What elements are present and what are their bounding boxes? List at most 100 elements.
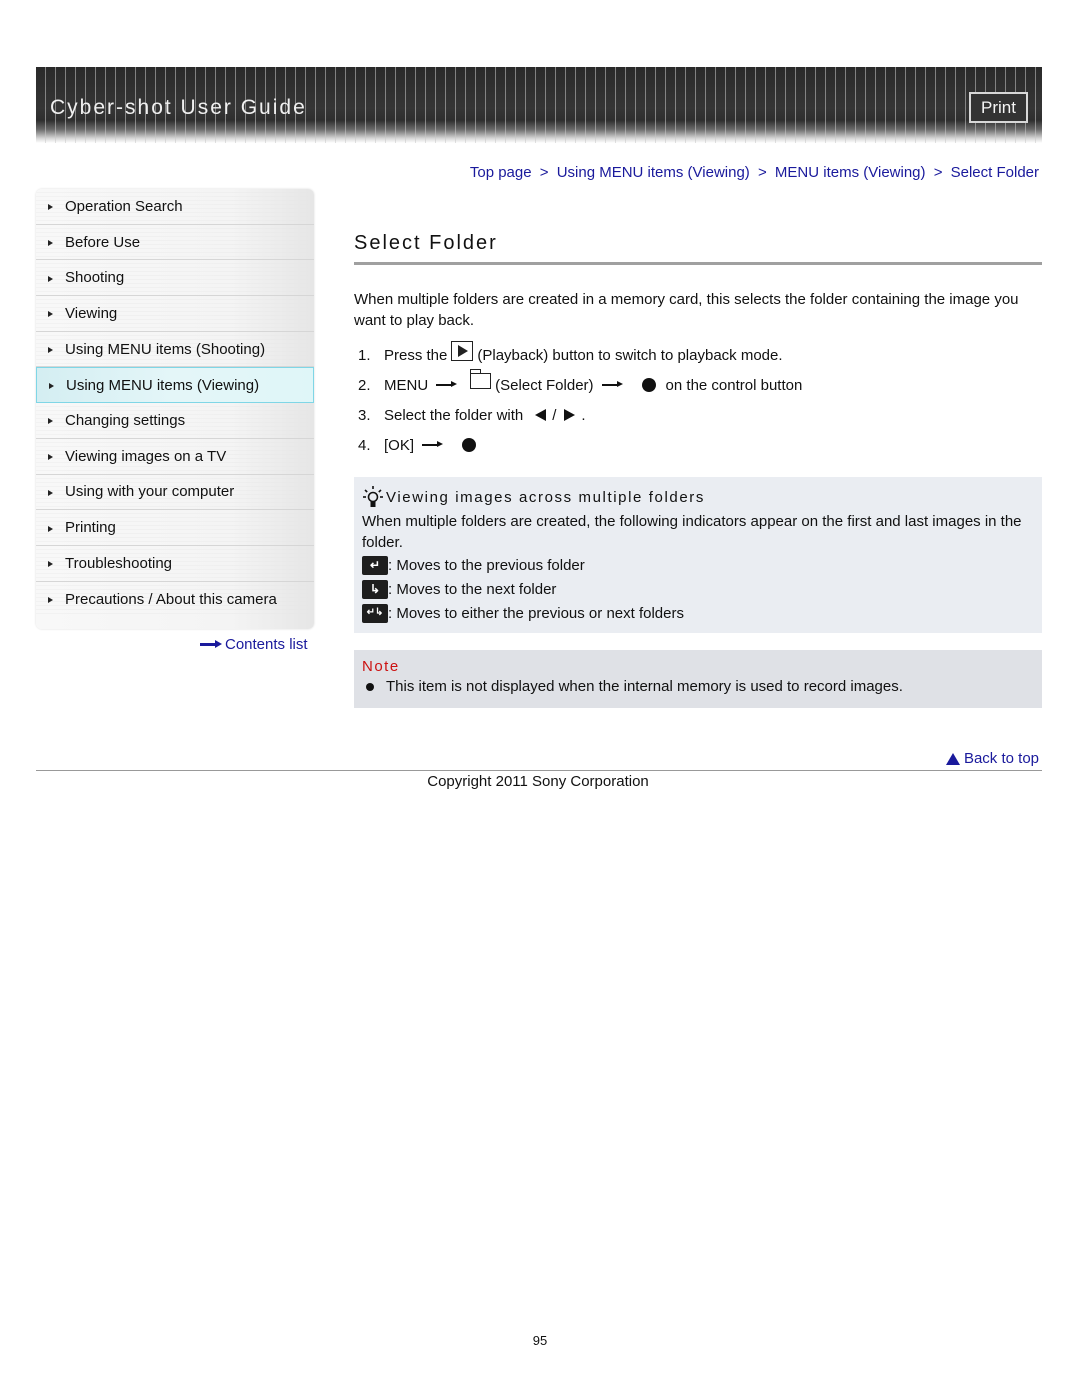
contents-list-label: Contents list — [225, 636, 308, 653]
step-text: . — [581, 406, 586, 424]
previous-folder-icon: ↵ — [362, 555, 388, 575]
step-item: 3. Select the folder with / . — [358, 400, 802, 430]
step-number: 1. — [358, 346, 371, 364]
page-title: Select Folder — [354, 232, 498, 254]
step-text: Press the — [384, 346, 448, 364]
arrow-right-icon — [436, 381, 458, 389]
steps-list: 1. Press the (Playback) button to switch… — [358, 340, 802, 460]
step-text: Select the folder with — [384, 406, 524, 424]
indicator-label: : Moves to either the previous or next f… — [388, 604, 684, 622]
either-folder-icon: ↵↳ — [362, 603, 388, 623]
step-text: (Select Folder) — [495, 376, 594, 394]
up-triangle-icon — [945, 752, 960, 765]
arrow-right-icon — [601, 381, 624, 389]
arrow-right-icon — [48, 347, 53, 354]
sidebar-item-operation-search[interactable]: Operation Search — [36, 189, 314, 225]
contents-list-link[interactable]: Contents list — [200, 636, 308, 653]
arrow-right-icon — [49, 383, 54, 390]
breadcrumb-menu-items-viewing[interactable]: MENU items (Viewing) — [775, 164, 926, 181]
note-text: This item is not displayed when the inte… — [386, 678, 903, 695]
hint-text: When multiple folders are created, the f… — [362, 513, 1022, 551]
note-box: Note This item is not displayed when the… — [354, 650, 1042, 708]
bullet-icon — [366, 682, 374, 691]
sidebar-item-label: Precautions / About this camera — [65, 590, 277, 608]
sidebar-item-viewing-on-tv[interactable]: Viewing images on a TV — [36, 438, 314, 475]
step-item: 4. [OK] — [358, 430, 802, 460]
intro-text: When multiple folders are created in a m… — [354, 291, 1019, 329]
sidebar-item-label: Operation Search — [65, 197, 183, 215]
arrow-right-icon — [200, 639, 222, 650]
step-text: [OK] — [384, 436, 415, 454]
step-number: 2. — [358, 376, 371, 394]
sidebar-item-computer[interactable]: Using with your computer — [36, 474, 314, 511]
sidebar-item-troubleshooting[interactable]: Troubleshooting — [36, 545, 314, 582]
step-number: 3. — [358, 406, 371, 424]
arrow-right-icon — [48, 561, 53, 568]
next-folder-icon: ↳ — [362, 579, 388, 599]
folder-icon — [469, 369, 492, 389]
step-item: 1. Press the (Playback) button to switch… — [358, 340, 802, 370]
arrow-right-icon — [48, 311, 53, 318]
sidebar-item-label: Using MENU items (Viewing) — [66, 376, 260, 394]
lightbulb-icon — [362, 485, 384, 509]
breadcrumb-select-folder[interactable]: Select Folder — [951, 164, 1039, 181]
sidebar-item-printing[interactable]: Printing — [36, 510, 314, 546]
step-separator: / — [552, 406, 557, 424]
arrow-right-icon — [422, 441, 444, 449]
breadcrumb-top-page[interactable]: Top page — [470, 164, 532, 181]
arrow-right-icon — [48, 240, 53, 247]
sidebar-item-menu-shooting[interactable]: Using MENU items (Shooting) — [36, 331, 314, 368]
hint-title-text: Viewing images across multiple folders — [386, 488, 705, 506]
breadcrumb-separator: > — [757, 164, 767, 181]
print-button[interactable]: Print — [969, 92, 1028, 123]
left-triangle-icon — [535, 409, 547, 421]
arrow-right-icon — [48, 597, 53, 604]
sidebar-item-viewing[interactable]: Viewing — [36, 296, 314, 332]
indicator-row: ↵ : Moves to the previous folder — [362, 553, 1034, 577]
sidebar-item-label: Using with your computer — [65, 483, 235, 501]
right-triangle-icon — [564, 409, 576, 421]
sidebar-item-label: Viewing images on a TV — [65, 447, 227, 465]
sidebar-item-label: Before Use — [65, 233, 141, 251]
arrow-right-icon — [48, 418, 53, 425]
hint-box: Viewing images across multiple folders W… — [354, 477, 1042, 633]
arrow-right-icon — [48, 489, 53, 496]
back-to-top-label: Back to top — [963, 750, 1039, 767]
control-button-center-icon — [641, 378, 656, 392]
breadcrumb: Top page > Using MENU items (Viewing) > … — [470, 164, 1039, 181]
note-item: This item is not displayed when the inte… — [362, 678, 1034, 695]
title-divider — [354, 262, 1042, 265]
page-number: 95 — [532, 1333, 548, 1348]
sidebar-item-label: Viewing — [65, 304, 118, 322]
sidebar-item-shooting[interactable]: Shooting — [36, 260, 314, 297]
arrow-right-icon — [48, 204, 53, 211]
sidebar-item-changing-settings[interactable]: Changing settings — [36, 403, 314, 439]
header-banner: Cyber-shot User Guide Print — [36, 67, 1042, 143]
hint-title: Viewing images across multiple folders — [362, 485, 1034, 509]
sidebar-item-label: Shooting — [65, 269, 125, 287]
breadcrumb-using-menu-items-viewing[interactable]: Using MENU items (Viewing) — [557, 164, 750, 181]
back-to-top-link[interactable]: Back to top — [945, 750, 1039, 767]
step-text: (Playback) button to switch to playback … — [477, 346, 783, 364]
sidebar-item-precautions[interactable]: Precautions / About this camera — [36, 581, 314, 618]
indicator-label: : Moves to the previous folder — [388, 556, 585, 574]
breadcrumb-separator: > — [539, 164, 549, 181]
footer-divider — [36, 770, 1042, 771]
sidebar-item-menu-viewing[interactable]: Using MENU items (Viewing) — [36, 367, 314, 404]
arrow-right-icon — [48, 454, 53, 461]
sidebar-item-before-use[interactable]: Before Use — [36, 224, 314, 261]
breadcrumb-separator: > — [933, 164, 943, 181]
copyright-text: Copyright 2011 Sony Corporation — [427, 773, 649, 790]
guide-title: Cyber-shot User Guide — [50, 96, 307, 119]
arrow-right-icon — [48, 275, 53, 282]
sidebar-item-label: Troubleshooting — [65, 554, 173, 572]
indicator-row: ↳ : Moves to the next folder — [362, 577, 1034, 601]
step-text: on the control button — [665, 376, 803, 394]
indicator-row: ↵↳ : Moves to either the previous or nex… — [362, 601, 1034, 625]
sidebar-item-label: Using MENU items (Shooting) — [65, 340, 266, 358]
step-text: MENU — [384, 376, 429, 394]
sidebar-item-label: Changing settings — [65, 411, 186, 429]
step-item: 2. MENU (Select Folder) on the control b… — [358, 369, 803, 400]
playback-icon — [451, 341, 474, 361]
indicator-label: : Moves to the next folder — [388, 580, 557, 598]
